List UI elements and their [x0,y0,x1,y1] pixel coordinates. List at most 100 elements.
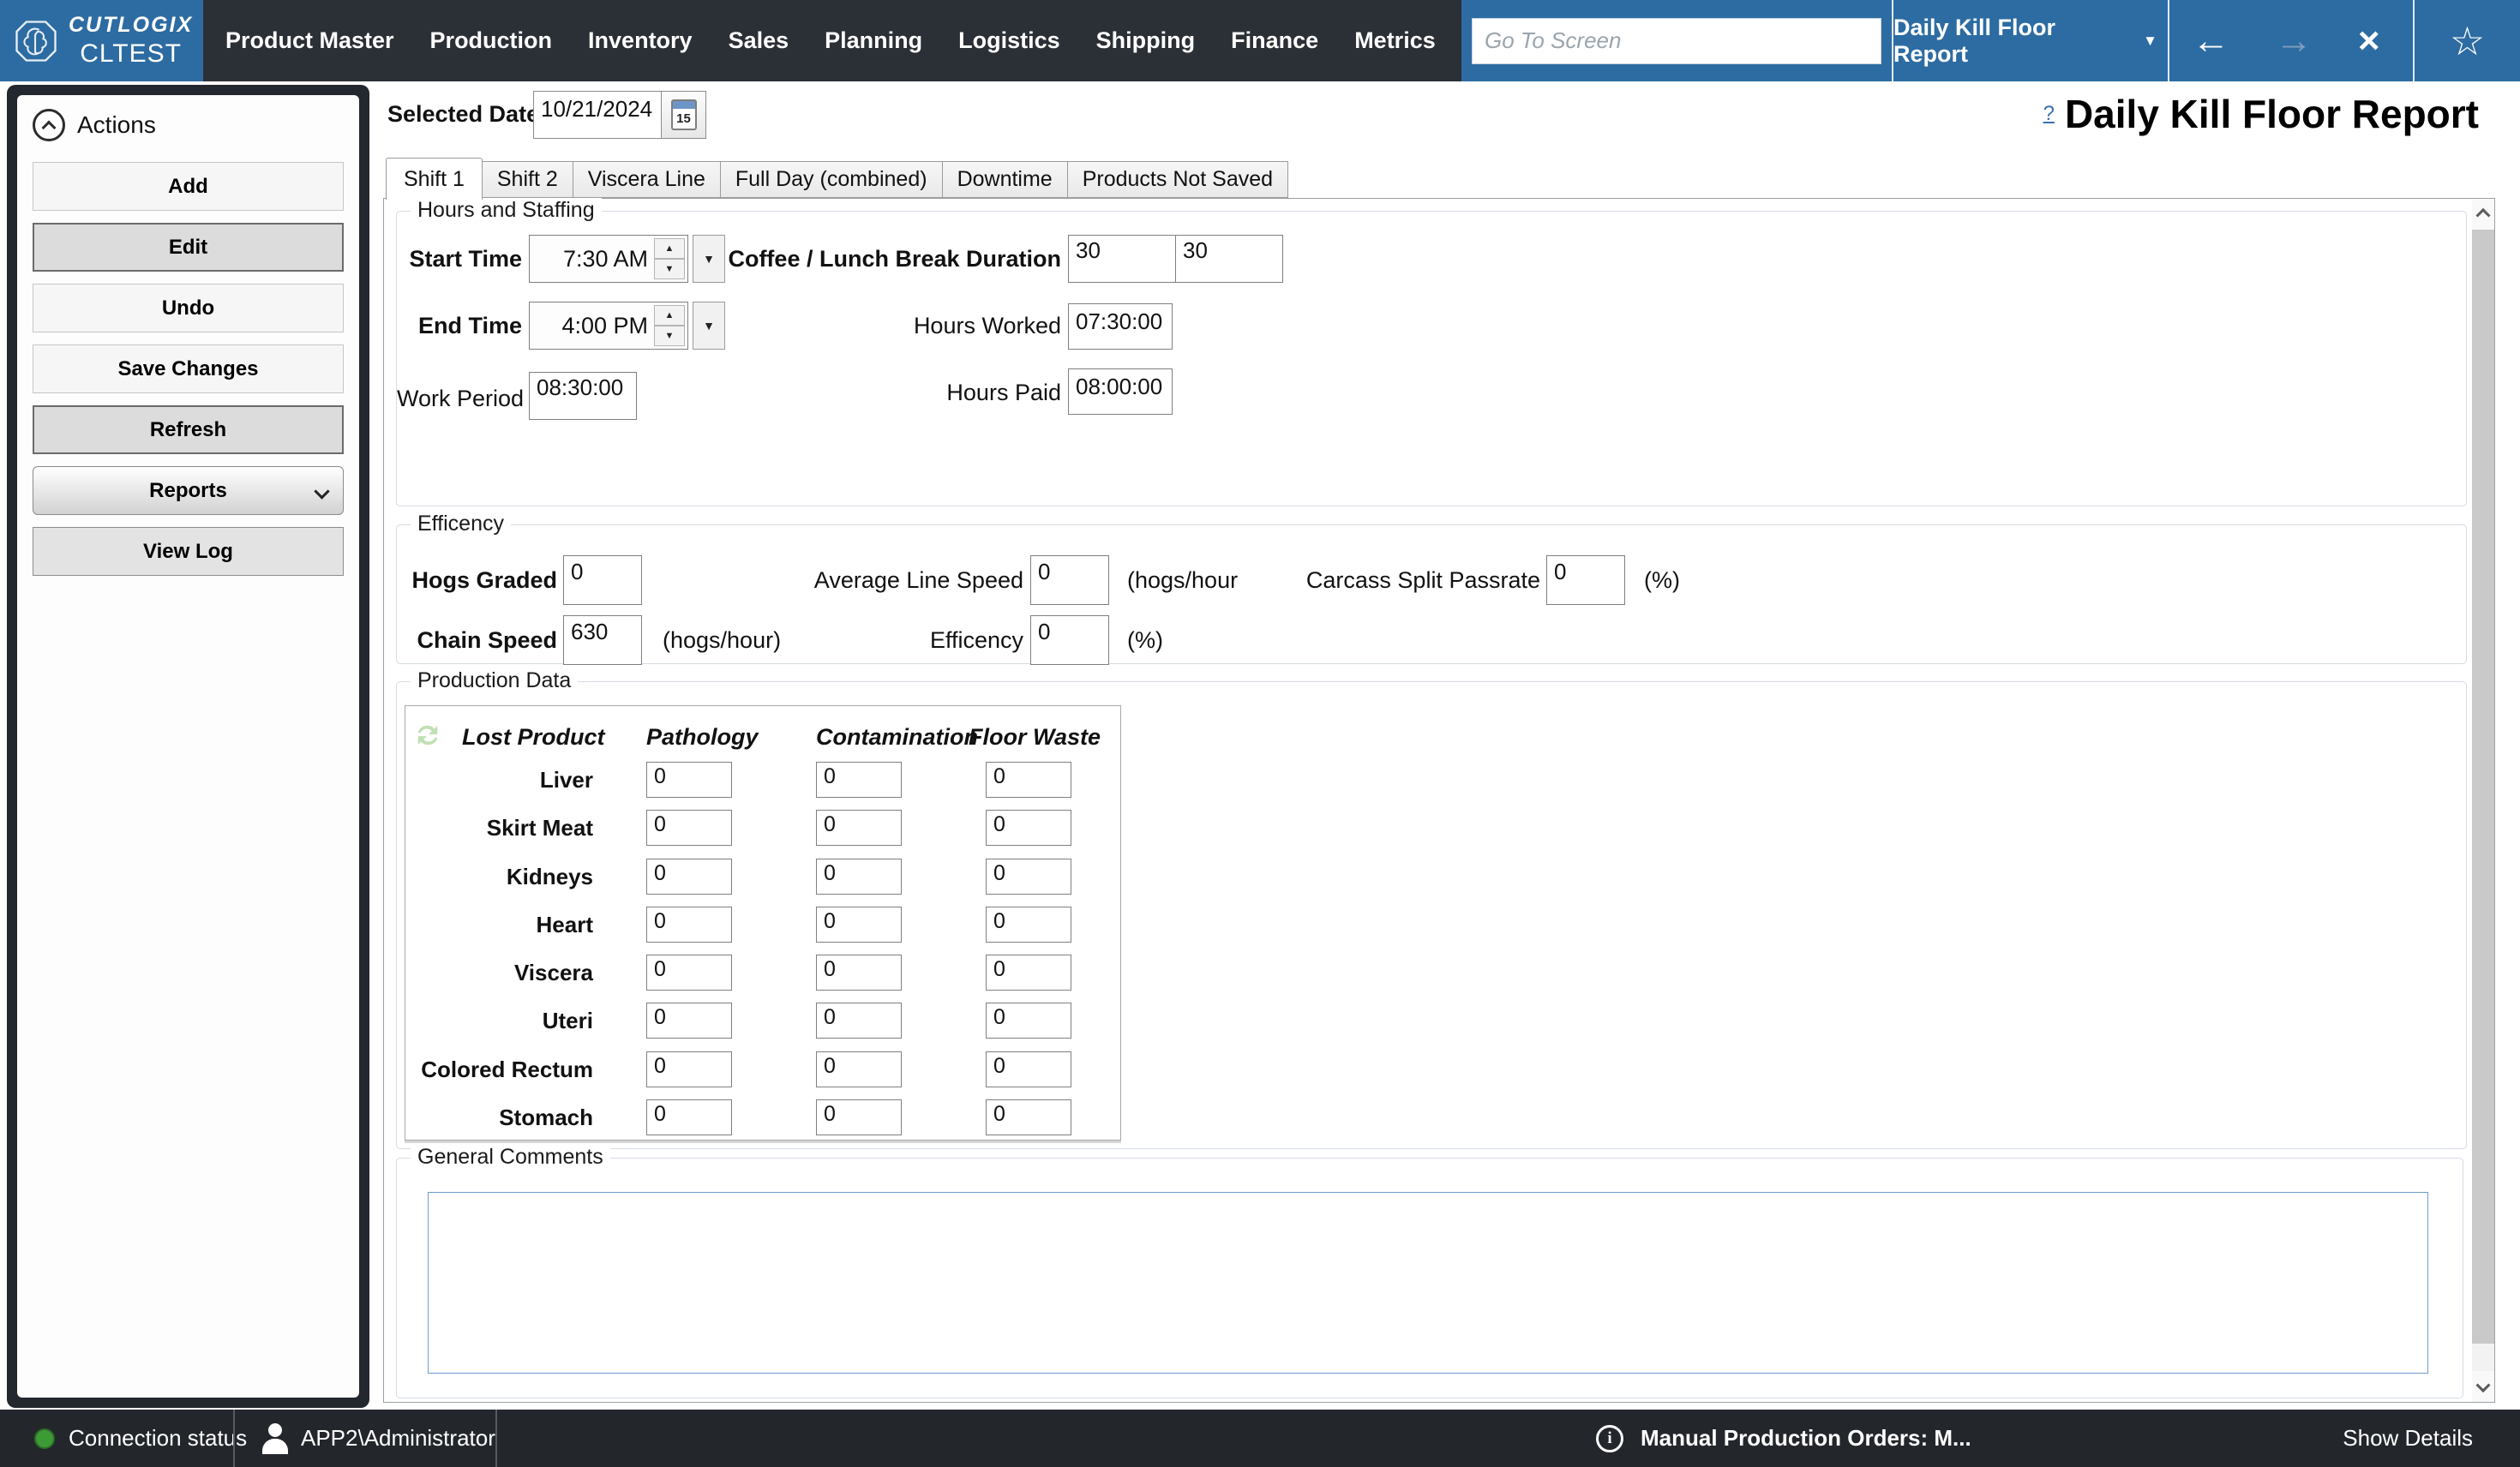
help-link[interactable]: ? [2043,102,2055,126]
save-changes-button[interactable]: Save Changes [33,344,344,393]
add-button[interactable]: Add [33,162,344,211]
screen-selector-dropdown[interactable]: Daily Kill Floor Report ▼ [1893,0,2157,81]
hours-paid-input[interactable] [1068,368,1173,415]
status-bar: Connection status APP2\Administrator i M… [0,1410,2520,1467]
viscera-contamination-input[interactable] [816,955,902,991]
go-to-screen-input[interactable] [1472,18,1881,64]
back-icon[interactable]: ← [2192,22,2229,60]
row-label-stomach: Stomach [405,1099,593,1135]
colored-rectum-pathology-input[interactable] [646,1051,732,1087]
spinner-up-icon[interactable]: ▲ [654,305,685,326]
menu-shipping[interactable]: Shipping [1078,27,1213,54]
menu-logistics[interactable]: Logistics [940,27,1078,54]
vertical-scrollbar[interactable] [2472,199,2494,1402]
tab-full-day-combined[interactable]: Full Day (combined) [720,161,943,198]
edit-button[interactable]: Edit [33,223,344,272]
selected-date-control: 15 [533,91,706,139]
uteri-contamination-input[interactable] [816,1003,902,1039]
show-details-link[interactable]: Show Details [2343,1410,2473,1467]
scrollbar-down-button[interactable] [2472,1371,2494,1402]
skirt-meat-floor-waste-input[interactable] [986,810,1071,846]
hours-and-staffing-group: Hours and Staffing Start Time 7:30 AM ▲ … [396,211,2467,506]
spinner-down-icon[interactable]: ▼ [654,326,685,346]
start-time-value[interactable]: 7:30 AM [530,236,648,282]
refresh-button[interactable]: Refresh [33,405,344,454]
star-icon[interactable]: ☆ [2450,21,2485,61]
stomach-contamination-input[interactable] [816,1099,902,1135]
stomach-floor-waste-input[interactable] [986,1099,1071,1135]
menu-planning[interactable]: Planning [807,27,940,54]
notification-message[interactable]: Manual Production Orders: M... [1641,1425,1971,1452]
forward-icon[interactable]: → [2275,22,2313,60]
coffee-break-input[interactable] [1068,235,1176,283]
colored-rectum-contamination-input[interactable] [816,1051,902,1087]
heart-floor-waste-input[interactable] [986,907,1071,943]
work-period-input[interactable] [529,372,637,420]
skirt-meat-contamination-input[interactable] [816,810,902,846]
selected-date-input[interactable] [533,91,662,139]
statusbar-separator [495,1410,497,1467]
end-time-control: 4:00 PM ▲ ▼ [529,302,688,350]
average-line-speed-unit: (hogs/hour [1127,555,1238,605]
viscera-floor-waste-input[interactable] [986,955,1071,991]
scrollbar-thumb[interactable] [2472,230,2494,1344]
scrollbar-up-button[interactable] [2472,199,2494,230]
kidneys-pathology-input[interactable] [646,859,732,895]
lunch-break-input[interactable] [1175,235,1283,283]
start-time-label: Start Time [397,235,522,283]
row-label-liver: Liver [405,762,593,798]
report-tabs: Shift 1 Shift 2 Viscera Line Full Day (c… [386,158,1287,198]
hours-paid-label: Hours Paid [825,368,1061,416]
uteri-pathology-input[interactable] [646,1003,732,1039]
tab-products-not-saved[interactable]: Products Not Saved [1067,161,1288,198]
menu-metrics[interactable]: Metrics [1336,27,1454,54]
brand-environment: CLTEST [80,39,182,69]
menu-product-master[interactable]: Product Master [207,27,412,54]
end-time-value[interactable]: 4:00 PM [530,302,648,349]
viscera-pathology-input[interactable] [646,955,732,991]
average-line-speed-input[interactable] [1030,555,1109,605]
heart-pathology-input[interactable] [646,907,732,943]
collapse-chevron-up-icon[interactable] [33,109,65,141]
view-log-button[interactable]: View Log [33,527,344,576]
hogs-graded-input[interactable] [563,555,642,605]
liver-floor-waste-input[interactable] [986,762,1071,798]
row-label-uteri: Uteri [405,1003,593,1039]
chain-speed-input[interactable] [563,615,642,665]
tab-viscera-line[interactable]: Viscera Line [573,161,721,198]
refresh-icon[interactable] [412,720,443,751]
reports-dropdown-button[interactable]: Reports [33,466,344,515]
tab-downtime[interactable]: Downtime [942,161,1068,198]
general-comments-textarea[interactable] [428,1192,2428,1374]
notification-area[interactable]: i Manual Production Orders: M... [1596,1410,1971,1467]
tab-shift-1[interactable]: Shift 1 [386,158,483,200]
liver-pathology-input[interactable] [646,762,732,798]
menu-production[interactable]: Production [412,27,571,54]
menu-finance[interactable]: Finance [1213,27,1336,54]
row-label-kidneys: Kidneys [405,859,593,895]
carcass-split-passrate-input[interactable] [1546,555,1625,605]
menu-sales[interactable]: Sales [711,27,807,54]
close-icon[interactable]: × [2358,22,2380,60]
tab-content-panel: Hours and Staffing Start Time 7:30 AM ▲ … [383,198,2495,1403]
calendar-button[interactable]: 15 [662,91,706,139]
menu-inventory[interactable]: Inventory [570,27,711,54]
undo-button[interactable]: Undo [33,284,344,332]
kidneys-floor-waste-input[interactable] [986,859,1071,895]
current-user: APP2\Administrator [261,1410,495,1467]
tab-shift-2[interactable]: Shift 2 [482,161,573,198]
colored-rectum-floor-waste-input[interactable] [986,1051,1071,1087]
statusbar-separator [233,1410,235,1467]
uteri-floor-waste-input[interactable] [986,1003,1071,1039]
hours-worked-input[interactable] [1068,303,1173,350]
actions-button-list: Add Edit Undo Save Changes Refresh Repor… [33,162,344,576]
kidneys-contamination-input[interactable] [816,859,902,895]
stomach-pathology-input[interactable] [646,1099,732,1135]
chevron-up-icon [2476,208,2491,223]
end-time-dropdown-button[interactable]: ▼ [693,302,725,350]
skirt-meat-pathology-input[interactable] [646,810,732,846]
connection-status-icon [34,1428,55,1449]
heart-contamination-input[interactable] [816,907,902,943]
efficiency-input[interactable] [1030,615,1109,665]
liver-contamination-input[interactable] [816,762,902,798]
